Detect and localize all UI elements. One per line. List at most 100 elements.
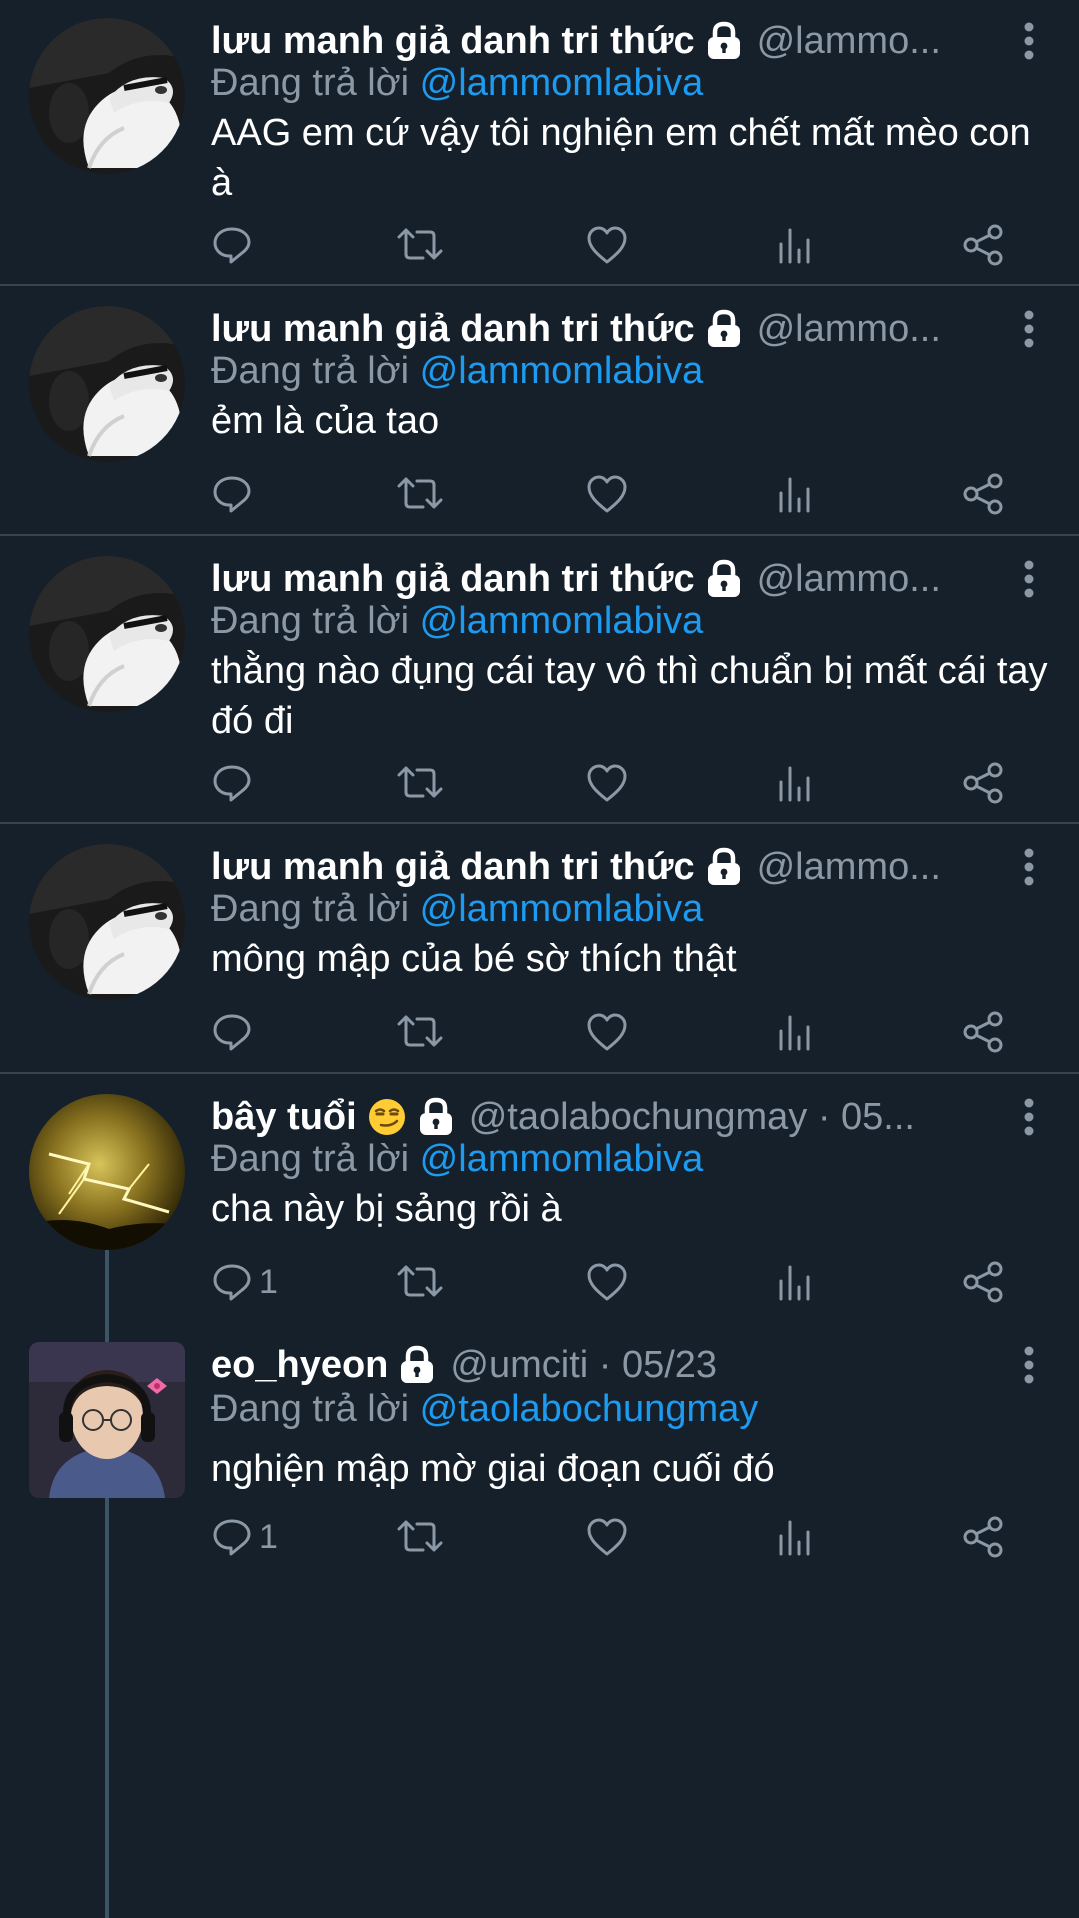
cat-avatar (29, 306, 185, 462)
replying-to: Đang trả lời @lammomlabiva (211, 884, 703, 934)
retweet-button[interactable] (397, 758, 443, 808)
like-button[interactable] (585, 469, 629, 519)
views-icon (775, 224, 813, 266)
views-button[interactable] (775, 1257, 813, 1307)
retweet-button[interactable] (397, 220, 443, 270)
retweet-button[interactable] (397, 1257, 443, 1307)
share-icon (961, 1011, 1005, 1053)
reply-count: 1 (259, 1517, 278, 1556)
lock-icon (398, 1345, 436, 1385)
share-button[interactable] (961, 1257, 1005, 1307)
retweet-button[interactable] (397, 1007, 443, 1057)
action-bar (211, 220, 1079, 270)
reply-button[interactable] (211, 469, 253, 519)
tweet-item[interactable]: lưu manh giả danh tri thức @lammo... Đang … (0, 288, 1079, 536)
user-handle[interactable]: @lammo... (757, 304, 1004, 354)
more-vertical-icon (1021, 559, 1037, 604)
reply-button[interactable]: 1 (211, 1257, 278, 1307)
share-button[interactable] (961, 220, 1005, 270)
views-button[interactable] (775, 1007, 813, 1057)
tweet-item[interactable]: lưu manh giả danh tri thức @lammo... Đang … (0, 826, 1079, 1074)
views-button[interactable] (775, 1512, 813, 1562)
share-button[interactable] (961, 1512, 1005, 1562)
user-handle[interactable]: @lammo... (757, 16, 1004, 66)
tweet-header: eo_hyeon @umciti · 05/23 (211, 1340, 1004, 1390)
reply-icon (211, 1261, 253, 1303)
reply-count: 1 (259, 1262, 278, 1301)
reply-icon (211, 762, 253, 804)
replying-to: Đang trả lời @lammomlabiva (211, 1134, 703, 1184)
retweet-button[interactable] (397, 1512, 443, 1562)
reply-button[interactable] (211, 1007, 253, 1057)
action-bar (211, 1007, 1079, 1057)
like-button[interactable] (585, 220, 629, 270)
lock-icon (705, 847, 743, 887)
retweet-icon (397, 224, 443, 266)
share-button[interactable] (961, 1007, 1005, 1057)
heart-icon (585, 1516, 629, 1558)
retweet-icon (397, 1261, 443, 1303)
user-handle[interactable]: @lammo... (757, 842, 1004, 892)
views-icon (775, 762, 813, 804)
user-handle[interactable]: @umciti · 05/23 (450, 1340, 1004, 1390)
more-options-button[interactable] (1021, 21, 1037, 61)
like-button[interactable] (585, 1257, 629, 1307)
reply-mention-link[interactable]: @taolabochungmay (420, 1388, 759, 1430)
more-vertical-icon (1021, 309, 1037, 354)
more-options-button[interactable] (1021, 847, 1037, 887)
replying-to: Đang trả lời @lammomlabiva (211, 346, 703, 396)
tweet-item[interactable]: eo_hyeon @umciti · 05/23 Đang trả lời @tao… (0, 1332, 1079, 1918)
tweet-text: mông mập của bé sờ thích thật (211, 938, 737, 980)
avatar[interactable] (29, 1094, 185, 1250)
user-handle[interactable]: @lammo... (757, 554, 1004, 604)
views-button[interactable] (775, 469, 813, 519)
retweet-icon (397, 473, 443, 515)
like-button[interactable] (585, 758, 629, 808)
views-button[interactable] (775, 220, 813, 270)
more-options-button[interactable] (1021, 309, 1037, 349)
avatar[interactable] (29, 18, 185, 174)
share-icon (961, 1261, 1005, 1303)
retweet-button[interactable] (397, 469, 443, 519)
reply-button[interactable] (211, 220, 253, 270)
share-button[interactable] (961, 758, 1005, 808)
reply-mention-link[interactable]: @lammomlabiva (420, 600, 704, 642)
retweet-icon (397, 762, 443, 804)
replying-to-label: Đang trả lời (211, 888, 410, 930)
like-button[interactable] (585, 1007, 629, 1057)
retweet-icon (397, 1516, 443, 1558)
display-name[interactable]: eo_hyeon (211, 1340, 388, 1390)
lock-icon (705, 559, 743, 599)
avatar[interactable] (29, 844, 185, 1000)
more-options-button[interactable] (1021, 1345, 1037, 1385)
tweet-item[interactable]: bây tuổi @taolabochungmay · 05... Đang trả… (0, 1076, 1079, 1342)
action-bar: 1 (211, 1257, 1079, 1307)
heart-icon (585, 1011, 629, 1053)
lock-icon (705, 309, 743, 349)
reply-button[interactable]: 1 (211, 1512, 278, 1562)
reply-mention-link[interactable]: @lammomlabiva (420, 1138, 704, 1180)
reply-mention-link[interactable]: @lammomlabiva (420, 888, 704, 930)
replying-to-label: Đang trả lời (211, 1388, 410, 1430)
views-icon (775, 1516, 813, 1558)
avatar[interactable] (29, 306, 185, 462)
heart-icon (585, 1261, 629, 1303)
more-options-button[interactable] (1021, 1097, 1037, 1137)
views-button[interactable] (775, 758, 813, 808)
replying-to: Đang trả lời @lammomlabiva (211, 58, 703, 108)
reply-mention-link[interactable]: @lammomlabiva (420, 350, 704, 392)
lock-icon (417, 1097, 455, 1137)
more-vertical-icon (1021, 1097, 1037, 1142)
reply-mention-link[interactable]: @lammomlabiva (420, 62, 704, 104)
share-button[interactable] (961, 469, 1005, 519)
heart-icon (585, 224, 629, 266)
tweet-item[interactable]: lưu manh giả danh tri thức @lammo... Đang … (0, 0, 1079, 286)
reply-button[interactable] (211, 758, 253, 808)
avatar[interactable] (29, 556, 185, 712)
avatar[interactable] (29, 1342, 185, 1498)
tweet-item[interactable]: lưu manh giả danh tri thức @lammo... Đang … (0, 538, 1079, 824)
like-button[interactable] (585, 1512, 629, 1562)
action-bar (211, 469, 1079, 519)
reply-icon (211, 473, 253, 515)
more-options-button[interactable] (1021, 559, 1037, 599)
